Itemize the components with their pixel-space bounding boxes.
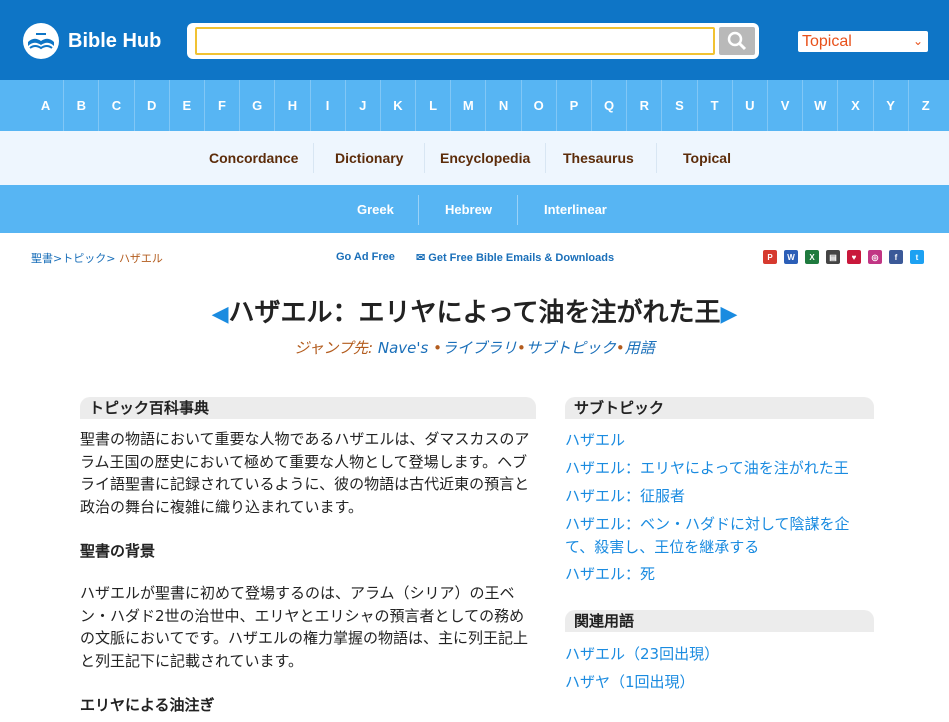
email-downloads-link[interactable]: ✉ Get Free Bible Emails & Downloads — [416, 251, 614, 264]
encyclopedia-heading: トピック百科事典 — [80, 397, 536, 419]
alpha-link-o[interactable]: O — [520, 80, 556, 131]
subtopics-heading: サブトピック — [565, 397, 874, 419]
subtopic-link[interactable]: ハザエル — [565, 429, 875, 452]
nav-divider — [418, 195, 419, 225]
alpha-link-b[interactable]: B — [63, 80, 98, 131]
instagram-icon[interactable]: ◎ — [868, 250, 882, 264]
search-icon — [727, 31, 747, 51]
alpha-link-a[interactable]: A — [28, 80, 63, 131]
breadcrumb-separator: > — [53, 252, 63, 265]
twitter-icon[interactable]: t — [910, 250, 924, 264]
facebook-icon[interactable]: f — [889, 250, 903, 264]
jump-subtopics[interactable]: サブトピック — [526, 339, 616, 357]
alpha-link-e[interactable]: E — [168, 80, 204, 131]
excel-icon[interactable]: X — [805, 250, 819, 264]
share-icons: P W X ▤ ♥ ◎ f t — [763, 250, 931, 264]
logo[interactable]: Bible Hub — [22, 22, 161, 60]
alpha-link-h[interactable]: H — [274, 80, 309, 131]
alpha-link-z[interactable]: Z — [907, 80, 943, 131]
nav-encyclopedia[interactable]: Encyclopedia — [440, 131, 530, 185]
next-topic-arrow-icon[interactable]: ▶ — [720, 302, 737, 327]
alpha-link-t[interactable]: T — [696, 80, 732, 131]
top-header: Bible Hub Topical ⌄ — [0, 0, 949, 80]
encyclopedia-intro: 聖書の物語において重要な人物であるハザエルは、ダマスカスのアラム王国の歴史におい… — [80, 430, 530, 516]
logo-text: Bible Hub — [68, 29, 162, 52]
alpha-link-d[interactable]: D — [133, 80, 169, 131]
go-ad-free-link[interactable]: Go Ad Free — [336, 251, 395, 263]
nav-divider — [545, 143, 546, 173]
page-title: ◀ハザエル：エリヤによって油を注がれた王▶ — [0, 292, 949, 329]
nav-divider — [313, 143, 314, 173]
alpha-link-i[interactable]: I — [309, 80, 345, 131]
pdf-icon[interactable]: P — [763, 250, 777, 264]
alpha-link-c[interactable]: C — [98, 80, 133, 131]
related-terms-heading: 関連用語 — [565, 610, 874, 632]
jump-links: ジャンプ先: Nave's •ライブラリ•サブトピック•用語 — [294, 339, 655, 357]
chevron-down-icon: ⌄ — [912, 34, 923, 48]
topic-select[interactable]: Topical ⌄ — [798, 31, 928, 52]
search-input[interactable] — [195, 27, 715, 55]
nav-topical[interactable]: Topical — [683, 131, 731, 185]
word-icon[interactable]: W — [784, 250, 798, 264]
alpha-link-n[interactable]: N — [485, 80, 520, 131]
heart-icon[interactable]: ♥ — [847, 250, 861, 264]
alpha-link-q[interactable]: Q — [591, 80, 626, 131]
jump-label: ジャンプ先: — [294, 339, 374, 357]
alpha-link-v[interactable]: V — [766, 80, 802, 131]
jump-library[interactable]: ライブラリ — [442, 339, 517, 357]
alpha-link-j[interactable]: J — [344, 80, 380, 131]
print-icon[interactable]: ▤ — [826, 250, 840, 264]
nav-greek[interactable]: Greek — [357, 185, 394, 235]
alpha-link-x[interactable]: X — [837, 80, 872, 131]
subtopic-link[interactable]: ハザエル：征服者 — [565, 485, 875, 508]
nav-dictionary[interactable]: Dictionary — [335, 131, 403, 185]
alpha-link-s[interactable]: S — [661, 80, 696, 131]
alpha-link-l[interactable]: L — [415, 80, 450, 131]
related-term-link[interactable]: ハザエル（23回出現） — [565, 643, 875, 666]
breadcrumb-separator: > — [106, 252, 119, 265]
alphabet-bar: ABCDEFGHIJKLMNOPQRSTUVWXYZ — [0, 80, 949, 131]
alpha-link-u[interactable]: U — [731, 80, 767, 131]
section-title-background: 聖書の背景 — [80, 542, 156, 560]
section-text-background: ハザエルが聖書に初めて登場するのは、アラム（シリア）の王ベン・ハダド2世の治世中… — [80, 584, 529, 670]
subtopic-link[interactable]: ハザエル：エリヤによって油を注がれた王 — [565, 457, 875, 480]
alpha-link-r[interactable]: R — [626, 80, 661, 131]
jump-naves[interactable]: Nave's — [378, 339, 428, 357]
related-term-link[interactable]: ハザヤ（1回出現） — [565, 671, 875, 694]
nav-concordance[interactable]: Concordance — [209, 131, 298, 185]
search-button[interactable] — [719, 27, 755, 55]
alpha-link-m[interactable]: M — [450, 80, 485, 131]
page-title-text: ハザエル：エリヤによって油を注がれた王 — [228, 298, 721, 328]
alpha-link-f[interactable]: F — [203, 80, 239, 131]
nav-thesaurus[interactable]: Thesaurus — [563, 131, 634, 185]
breadcrumb: 聖書>トピック> ハザエル — [31, 250, 163, 266]
jump-terms[interactable]: 用語 — [625, 339, 655, 357]
breadcrumb-topic[interactable]: トピック — [62, 252, 106, 265]
alpha-link-p[interactable]: P — [555, 80, 591, 131]
alpha-link-k[interactable]: K — [379, 80, 415, 131]
nav-divider — [656, 143, 657, 173]
search-box — [187, 23, 759, 59]
alpha-link-w[interactable]: W — [802, 80, 837, 131]
nav-divider — [424, 143, 425, 173]
alpha-link-g[interactable]: G — [239, 80, 274, 131]
section-title-anointing: エリヤによる油注ぎ — [80, 696, 215, 714]
topic-select-value: Topical — [802, 33, 852, 50]
prev-topic-arrow-icon[interactable]: ◀ — [212, 302, 229, 327]
nav-hebrew[interactable]: Hebrew — [445, 185, 492, 235]
primary-nav: Concordance Dictionary Encyclopedia Thes… — [0, 131, 949, 185]
nav-divider — [517, 195, 518, 225]
breadcrumb-current: ハザエル — [118, 252, 163, 265]
breadcrumb-bible[interactable]: 聖書 — [31, 252, 53, 265]
subtopic-link[interactable]: ハザエル：死 — [565, 563, 875, 586]
subtopic-link[interactable]: ハザエル：ベン・ハダドに対して陰謀を企て、殺害し、王位を継承する — [565, 513, 875, 558]
bible-hub-logo-icon — [23, 23, 59, 59]
alpha-link-y[interactable]: Y — [872, 80, 908, 131]
secondary-nav: Greek Hebrew Interlinear — [0, 185, 949, 233]
nav-interlinear[interactable]: Interlinear — [544, 185, 607, 235]
